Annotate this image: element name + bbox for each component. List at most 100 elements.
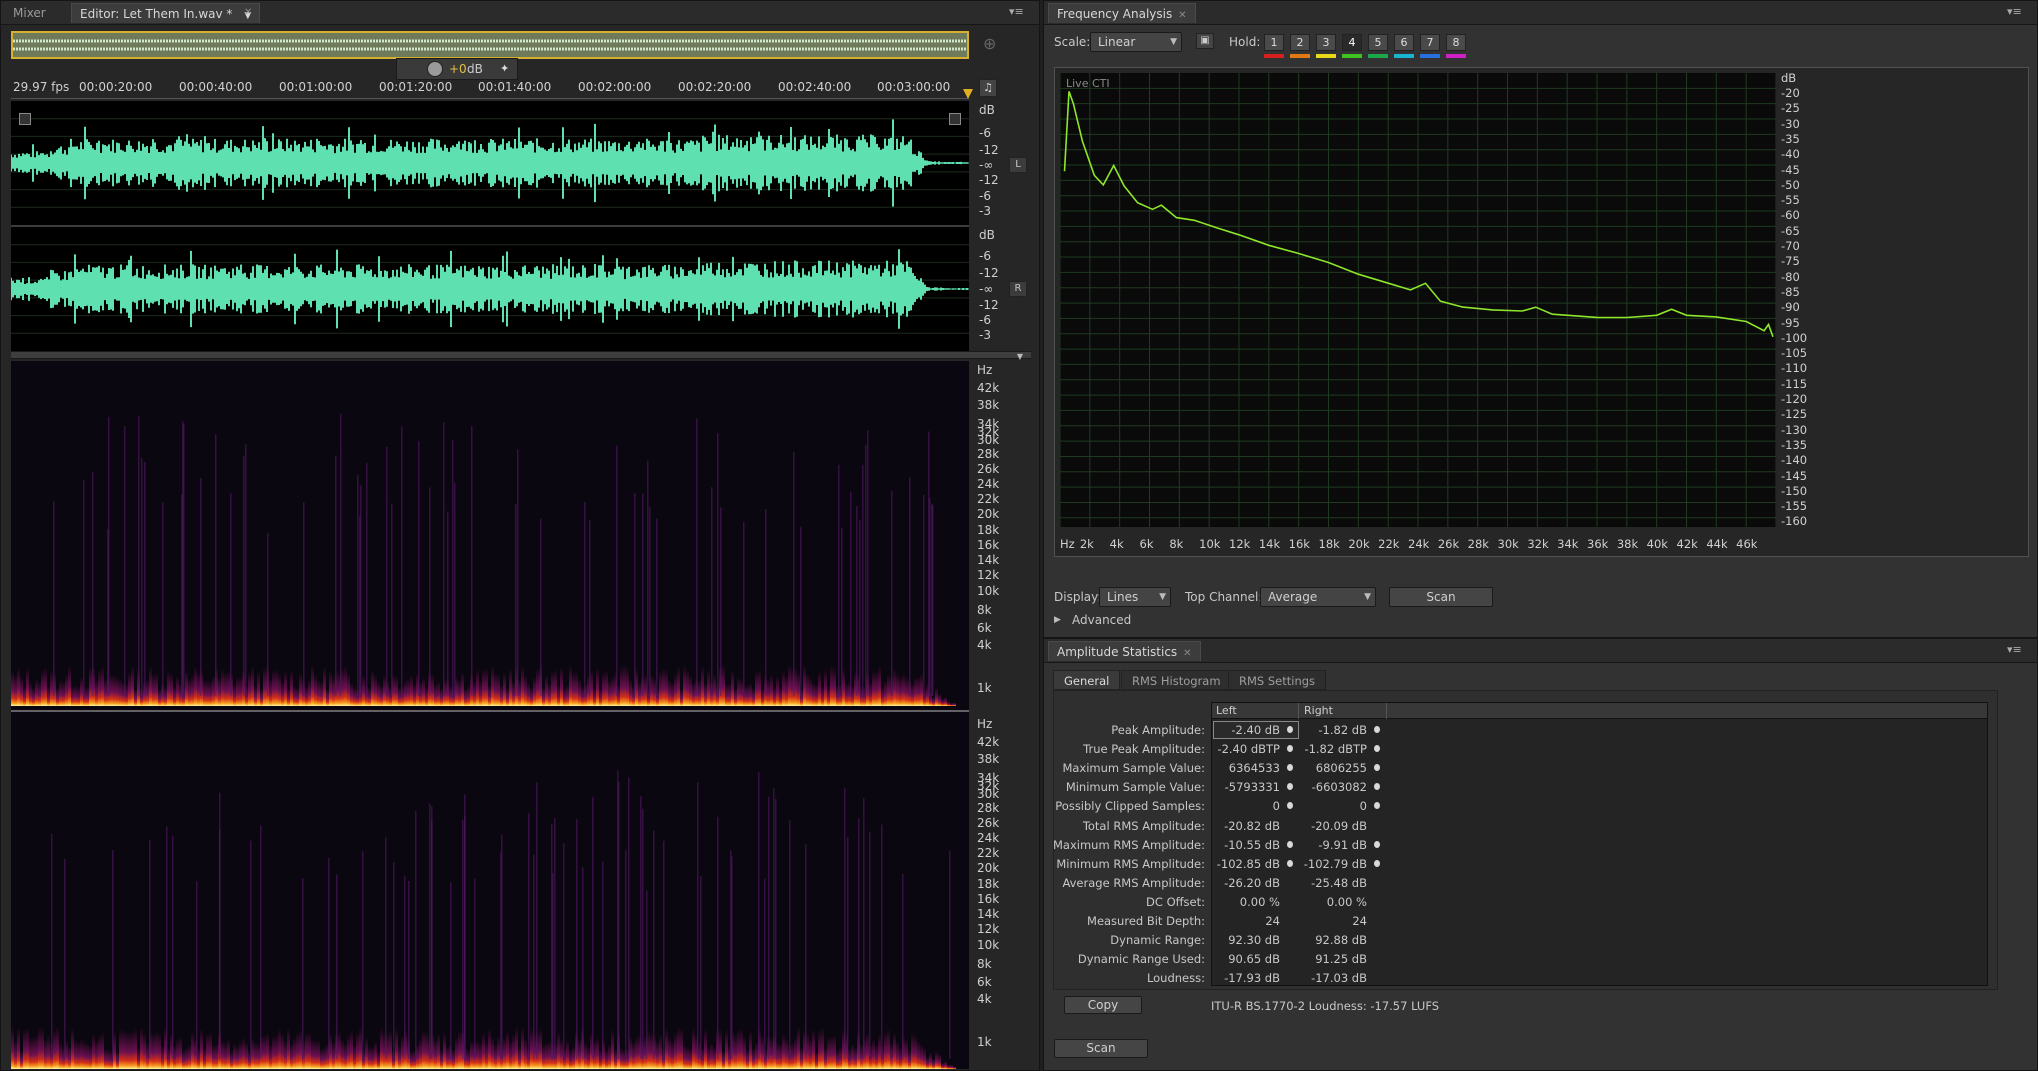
col-right-header: Right	[1304, 704, 1333, 717]
panel-menu-icon[interactable]: ▾≡	[2007, 6, 2025, 18]
splitter-arrow-icon[interactable]: ▼	[1017, 352, 1023, 361]
stat-right-value[interactable]: 0	[1300, 799, 1367, 813]
stat-right-value[interactable]: -17.03 dB	[1300, 971, 1367, 985]
db-tick: -90	[1781, 300, 1800, 315]
pin-marker-icon[interactable]	[1374, 859, 1380, 867]
hz-tick: 22k	[977, 492, 1000, 506]
headphones-icon[interactable]: ♫	[979, 79, 997, 97]
zoom-out-corner-icon[interactable]	[949, 113, 961, 125]
stat-left-value[interactable]: -102.85 dB	[1213, 857, 1280, 871]
hold-8-button[interactable]: 8	[1446, 34, 1466, 51]
pin-marker-icon[interactable]	[1287, 859, 1293, 867]
pin-marker-icon[interactable]	[1374, 840, 1380, 848]
stat-left-value[interactable]: 24	[1213, 914, 1280, 928]
subtab-general[interactable]: General	[1053, 670, 1121, 690]
stat-right-value[interactable]: -20.09 dB	[1300, 819, 1367, 833]
tab-editor[interactable]: Editor: Let Them In.wav * ▼	[71, 3, 261, 23]
display-dropdown[interactable]: Lines ▼	[1099, 587, 1171, 607]
stat-left-value[interactable]: -10.55 dB	[1213, 838, 1280, 852]
tab-amplitude-statistics[interactable]: Amplitude Statistics ✕	[1048, 641, 1201, 661]
pin-marker-icon[interactable]	[1287, 726, 1293, 733]
time-ruler[interactable]: 29.97 fps 00:00:20:00 00:00:40:00 00:01:00…	[11, 77, 969, 99]
hold-5-button[interactable]: 5	[1368, 34, 1388, 51]
panel-menu-icon[interactable]: ▾≡	[2007, 644, 2025, 656]
stat-right-value[interactable]: -1.82 dBTP	[1300, 742, 1367, 756]
subtab-rms-settings[interactable]: RMS Settings	[1228, 670, 1327, 690]
stat-left-value[interactable]: 92.30 dB	[1213, 933, 1280, 947]
stat-left-value[interactable]: 90.65 dB	[1213, 952, 1280, 966]
spectrum-graph[interactable]: Live CTI	[1059, 73, 1777, 527]
scale-dropdown[interactable]: Linear ▼	[1090, 32, 1182, 52]
editor-panel: Mixer Editor: Let Them In.wav * ▼ ✕ ▾≡ ⊕ …	[0, 0, 1040, 1071]
gain-value[interactable]: +0	[449, 62, 467, 76]
hold-3-button[interactable]: 3	[1316, 34, 1336, 51]
hold-6-button[interactable]: 6	[1394, 34, 1414, 51]
stats-header: Left Right	[1212, 703, 1987, 719]
pin-marker-icon[interactable]	[1287, 840, 1293, 848]
stat-left-value[interactable]: 0	[1213, 799, 1280, 813]
gain-unit: dB	[467, 62, 483, 76]
stat-right-value[interactable]: -9.91 dB	[1300, 838, 1367, 852]
close-icon[interactable]: ✕	[244, 7, 252, 18]
amplitude-scan-button[interactable]: Scan	[1054, 1039, 1148, 1058]
zoom-icon[interactable]: ⊕	[983, 34, 996, 53]
hold-1-button[interactable]: 1	[1264, 34, 1284, 51]
stat-right-value[interactable]: 0.00 %	[1300, 895, 1367, 909]
copy-button[interactable]: Copy	[1064, 996, 1142, 1014]
stat-right-value[interactable]: 92.88 dB	[1300, 933, 1367, 947]
pin-icon[interactable]: ✦	[500, 62, 509, 75]
hz-tick: 1k	[977, 681, 992, 695]
hold-label: Hold:	[1229, 35, 1261, 49]
stat-right-value[interactable]: -1.82 dB	[1300, 723, 1367, 737]
hold-color-swatch	[1394, 54, 1414, 58]
tab-mixer[interactable]: Mixer	[5, 3, 54, 23]
stat-left-value[interactable]: -26.20 dB	[1213, 876, 1280, 890]
panel-menu-icon[interactable]: ▾≡	[1009, 6, 1027, 18]
waveform-view[interactable]	[10, 101, 969, 351]
frequency-scan-button[interactable]: Scan	[1389, 587, 1493, 607]
hz-tick: 20k	[1348, 537, 1370, 551]
stat-right-value[interactable]: -6603082	[1300, 780, 1367, 794]
channel-left-button[interactable]: L	[1009, 157, 1027, 173]
stat-left-value[interactable]: -2.40 dB	[1213, 723, 1280, 737]
channel-right-button[interactable]: R	[1009, 281, 1027, 297]
pin-marker-icon[interactable]	[1374, 726, 1380, 733]
overview-bar[interactable]	[11, 31, 969, 59]
tab-frequency-analysis[interactable]: Frequency Analysis ✕	[1048, 3, 1196, 23]
stat-left-value[interactable]: -17.93 dB	[1213, 971, 1280, 985]
hold-2-button[interactable]: 2	[1290, 34, 1310, 51]
view-splitter[interactable]: ▼	[11, 351, 1031, 361]
hz-tick: 20k	[977, 861, 1000, 875]
hold-4-button[interactable]: 4	[1342, 34, 1362, 51]
scale-value: Linear	[1098, 35, 1136, 49]
zoom-in-corner-icon[interactable]	[19, 113, 31, 125]
stat-right-value[interactable]: -102.79 dB	[1300, 857, 1367, 871]
stat-left-value[interactable]: -2.40 dBTP	[1213, 742, 1280, 756]
waveform-graph[interactable]	[10, 101, 969, 351]
hold-7-button[interactable]: 7	[1420, 34, 1440, 51]
close-icon[interactable]: ✕	[1178, 10, 1186, 21]
db-tick: -∞	[979, 158, 994, 172]
stat-right-value[interactable]: 6806255	[1300, 761, 1367, 775]
stat-left-value[interactable]: -20.82 dB	[1213, 819, 1280, 833]
spectrogram-graph[interactable]	[11, 361, 969, 1069]
top-channel-dropdown[interactable]: Average ▼	[1260, 587, 1376, 607]
hz-tick: 30k	[1497, 537, 1519, 551]
chevron-right-icon[interactable]: ▶	[1054, 615, 1061, 625]
chevron-down-icon: ▼	[1170, 37, 1177, 47]
advanced-toggle[interactable]: Advanced	[1072, 613, 1131, 627]
stat-right-value[interactable]: 24	[1300, 914, 1367, 928]
stat-left-value[interactable]: -5793331	[1213, 780, 1280, 794]
stat-left-value[interactable]: 6364533	[1213, 761, 1280, 775]
stat-left-value[interactable]: 0.00 %	[1213, 895, 1280, 909]
stat-right-value[interactable]: 91.25 dB	[1300, 952, 1367, 966]
stat-right-value[interactable]: -25.48 dB	[1300, 876, 1367, 890]
volume-knob-icon[interactable]	[427, 61, 443, 77]
spectrogram-view[interactable]	[11, 361, 969, 1069]
close-icon[interactable]: ✕	[1183, 648, 1191, 659]
db-tick: -30	[1781, 116, 1800, 131]
screenshot-icon[interactable]: ▣	[1196, 33, 1214, 49]
subtab-rms-histogram[interactable]: RMS Histogram	[1121, 670, 1232, 690]
hz-tick: 14k	[977, 553, 1000, 567]
spectrum-plot[interactable]	[1059, 73, 1777, 527]
